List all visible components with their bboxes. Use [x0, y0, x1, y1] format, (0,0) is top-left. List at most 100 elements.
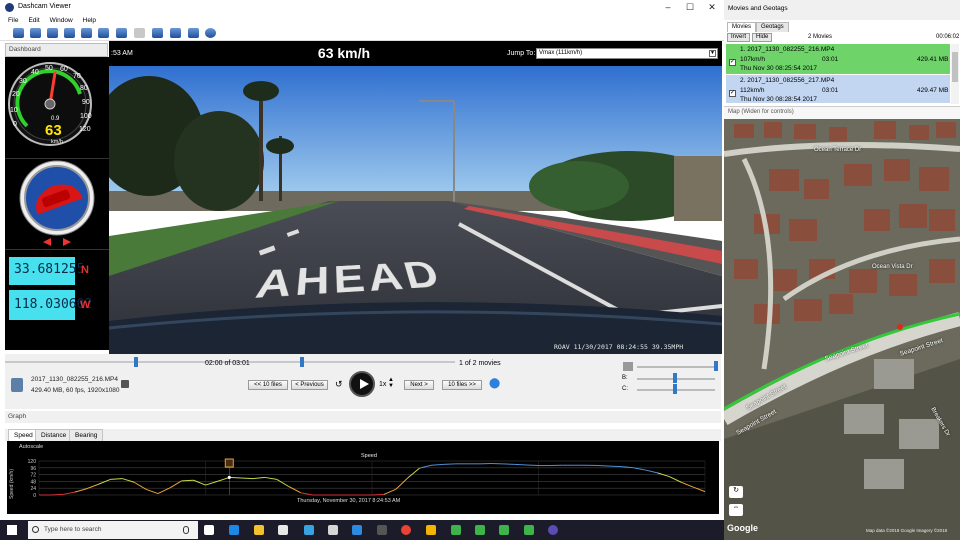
settings-icon[interactable]	[205, 28, 216, 38]
next-button[interactable]: Next >	[404, 380, 434, 390]
speed-series-segment	[371, 493, 384, 496]
timeline-start-marker[interactable]	[134, 357, 138, 367]
rate-stepper-icon[interactable]: ▲ ▼	[388, 377, 394, 389]
app-icon-7[interactable]	[352, 525, 362, 535]
menu-edit[interactable]: Edit	[28, 15, 39, 26]
movie-row[interactable]: ✓ 1. 2017_1130_082255_216.MP4 107km/h 03…	[726, 44, 950, 74]
movie-checkbox[interactable]: ✓	[729, 90, 736, 97]
restart-icon[interactable]: ↺	[335, 379, 343, 390]
app-icon-10[interactable]	[426, 525, 436, 535]
speed-series-segment	[526, 464, 539, 467]
menu-file[interactable]: File	[8, 15, 18, 26]
maximize-icon[interactable]: ☐	[679, 1, 701, 14]
gauge-tick-70: 70	[73, 73, 81, 80]
menu-bar: File Edit Window Help	[0, 15, 724, 26]
shield-down-icon-2[interactable]	[64, 28, 75, 38]
movies-scrollbar[interactable]	[951, 44, 959, 104]
volume-icon[interactable]	[623, 362, 633, 371]
app-icon-12[interactable]	[475, 525, 485, 535]
shield-down-icon[interactable]	[47, 28, 58, 38]
menu-help[interactable]: Help	[83, 15, 96, 26]
speed-chart-svg: 120967248240	[28, 458, 706, 499]
minimize-icon[interactable]: –	[657, 1, 679, 14]
menu-window[interactable]: Window	[50, 15, 73, 26]
movie-date: Thu Nov 30 08:28:54 2017	[740, 96, 817, 103]
graph-header: Graph	[5, 411, 721, 423]
y-tick-label: 72	[30, 473, 36, 479]
movie-row[interactable]: ✓ 2. 2017_1130_082556_217.MP4 112km/h 03…	[726, 75, 950, 103]
contrast-label: C:	[622, 386, 628, 392]
speed-series-segment	[145, 488, 159, 495]
filmstrip-icon[interactable]	[152, 28, 163, 38]
gauge-speed-value: 63	[45, 122, 62, 139]
map-attribution: Map data ©2018 Google Imagery ©2018	[866, 528, 948, 533]
taskbar-search-placeholder: Type here to search	[44, 526, 102, 533]
app-icon-6[interactable]	[328, 525, 338, 535]
rotate-map-icon[interactable]: ↻	[729, 486, 743, 498]
satellite-map[interactable]: Ocean Terrace Dr Ocean Vista Dr Seapoint…	[724, 119, 960, 540]
jump-to-select[interactable]: Vmax (111km/h) ▼	[536, 48, 718, 59]
speed-series-segment	[276, 478, 290, 487]
google-logo: Google	[727, 523, 758, 533]
next-10-files-button[interactable]: 10 files >>	[442, 380, 482, 390]
volume-slider[interactable]	[637, 366, 715, 368]
store-icon[interactable]	[278, 525, 288, 535]
app-icon-13[interactable]	[499, 525, 509, 535]
prev-10-files-button[interactable]: << 10 files	[248, 380, 288, 390]
jump-to-value: Vmax (111km/h)	[539, 50, 583, 56]
task-view-icon[interactable]	[204, 525, 214, 535]
geotag-pin-icon[interactable]: ⬤	[489, 378, 500, 389]
dashcam-viewer-task-icon[interactable]	[548, 525, 558, 535]
tab-distance[interactable]: Distance	[35, 429, 73, 441]
windows-start-icon[interactable]	[7, 525, 17, 535]
mail-icon[interactable]	[304, 525, 314, 535]
movies-total-count: 2 Movies	[808, 34, 833, 40]
speed-series-segment	[229, 476, 242, 479]
invert-button[interactable]: Invert	[727, 33, 751, 42]
tab-bearing[interactable]: Bearing	[69, 429, 104, 441]
shield-down-icon-4[interactable]	[98, 28, 109, 38]
chrome-icon[interactable]	[401, 525, 411, 535]
fullscreen-icon[interactable]	[188, 28, 199, 38]
latitude-direction: N	[81, 264, 89, 276]
file-explorer-icon[interactable]	[254, 525, 264, 535]
tab-movies[interactable]: Movies	[727, 22, 757, 32]
taskbar-search[interactable]: Type here to search	[28, 521, 198, 539]
window-title: Dashcam Viewer	[18, 3, 71, 10]
app-icon-8[interactable]	[377, 525, 387, 535]
latitude-value: 33.681255	[14, 262, 85, 277]
speed-display: 63 km/h	[317, 45, 371, 61]
speed-series-segment	[193, 479, 206, 486]
hide-button[interactable]: Hide	[752, 33, 773, 42]
close-icon[interactable]: ✕	[701, 1, 723, 14]
info-icon[interactable]	[134, 28, 145, 38]
tab-geotags[interactable]: Geotags	[756, 22, 789, 32]
speed-series-segment	[169, 480, 182, 489]
app-icon-14[interactable]	[524, 525, 534, 535]
movie-speed: 112km/h	[740, 87, 765, 94]
edge-icon[interactable]	[229, 525, 239, 535]
movies-panel-tabs: Movies Geotags	[724, 21, 960, 32]
movies-panel-title: Movies and Geotags	[728, 5, 788, 12]
movie-name: 2. 2017_1130_082556_217.MP4	[740, 77, 835, 84]
play-button[interactable]	[349, 371, 375, 397]
video-frame[interactable]: AHEAD ROAV 11/30/2017 08:24:55 39.35MPH	[109, 66, 722, 354]
export-icon[interactable]	[30, 28, 41, 38]
speed-series-segment	[74, 488, 87, 493]
shield-down-icon-5[interactable]	[116, 28, 127, 38]
open-folder-icon[interactable]	[13, 28, 24, 38]
map-imagery	[724, 119, 960, 540]
movie-date: Thu Nov 30 08:25:54 2017	[740, 65, 817, 72]
save-icon[interactable]	[121, 380, 129, 388]
previous-button[interactable]: < Previous	[291, 380, 328, 390]
microphone-icon[interactable]	[183, 526, 189, 534]
move-map-icon[interactable]: ⇔	[729, 504, 743, 516]
map-title: Map (Widen for controls)	[728, 109, 794, 115]
movie-checkbox[interactable]: ✓	[729, 59, 736, 66]
timeline-playhead[interactable]	[300, 357, 304, 367]
shield-down-icon-3[interactable]	[81, 28, 92, 38]
app-icon-11[interactable]	[451, 525, 461, 535]
speed-graph[interactable]: Autoscale Speed Speed (km/h) Thursday, N…	[7, 441, 719, 514]
save-icon[interactable]	[170, 28, 181, 38]
video-timestamp: ROAV 11/30/2017 08:24:55 39.35MPH	[554, 343, 684, 351]
